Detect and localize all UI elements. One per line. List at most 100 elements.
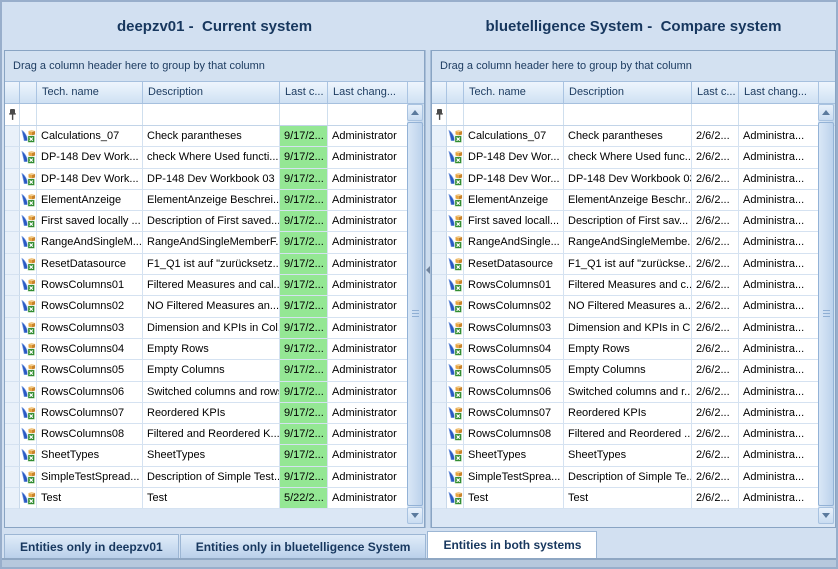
cell-description[interactable]: Filtered Measures and c... — [564, 275, 692, 296]
filter-pin-cell[interactable] — [5, 104, 20, 125]
cell-tech-name[interactable]: RowsColumns05 — [464, 360, 564, 381]
scroll-down-button[interactable] — [818, 507, 834, 524]
cell-tech-name[interactable]: RowsColumns01 — [37, 275, 143, 296]
cell-tech-name[interactable]: SimpleTestSpread... — [37, 467, 143, 488]
cell-tech-name[interactable]: RowsColumns05 — [37, 360, 143, 381]
cell-description[interactable]: Check parantheses — [564, 126, 692, 147]
cell-description[interactable]: RangeAndSingleMemberF... — [143, 232, 280, 253]
filter-cell[interactable] — [692, 104, 739, 125]
cell-tech-name[interactable]: RowsColumns07 — [464, 403, 564, 424]
cell-last-changed[interactable]: 9/17/2... — [280, 169, 328, 190]
cell-tech-name[interactable]: First saved locally ... — [37, 211, 143, 232]
cell-last-changed[interactable]: 9/17/2... — [280, 339, 328, 360]
tab-entities-only-compare[interactable]: Entities only in bluetelligence System — [180, 534, 427, 558]
cell-last-changed[interactable]: 2/6/2... — [692, 211, 739, 232]
column-header[interactable]: Description — [564, 82, 692, 103]
table-row[interactable]: SimpleTestSprea...Description of Simple … — [432, 467, 835, 488]
cell-description[interactable]: F1_Q1 ist auf "zurücksetz... — [143, 254, 280, 275]
cell-last-changed[interactable]: 9/17/2... — [280, 382, 328, 403]
cell-last-changed[interactable]: 2/6/2... — [692, 296, 739, 317]
cell-last-changed[interactable]: 2/6/2... — [692, 339, 739, 360]
cell-description[interactable]: ElementAnzeige Beschrei... — [143, 190, 280, 211]
filter-cell[interactable] — [143, 104, 280, 125]
table-row[interactable]: RowsColumns01Filtered Measures and cal..… — [5, 275, 424, 296]
column-header[interactable]: Description — [143, 82, 280, 103]
cell-tech-name[interactable]: DP-148 Dev Wor... — [464, 147, 564, 168]
cell-tech-name[interactable]: DP-148 Dev Work... — [37, 147, 143, 168]
table-row[interactable]: Calculations_07Check parantheses9/17/2..… — [5, 126, 424, 147]
cell-last-changed[interactable]: 2/6/2... — [692, 382, 739, 403]
cell-tech-name[interactable]: Test — [464, 488, 564, 509]
cell-tech-name[interactable]: First saved locall... — [464, 211, 564, 232]
table-row[interactable]: RowsColumns03Dimension and KPIs in Col..… — [5, 318, 424, 339]
table-row[interactable]: Calculations_07Check parantheses2/6/2...… — [432, 126, 835, 147]
cell-last-changed[interactable]: 2/6/2... — [692, 424, 739, 445]
column-header[interactable]: Tech. name — [464, 82, 564, 103]
cell-last-changed[interactable]: 2/6/2... — [692, 232, 739, 253]
cell-description[interactable]: Filtered Measures and cal... — [143, 275, 280, 296]
cell-last-changed[interactable]: 9/17/2... — [280, 190, 328, 211]
table-row[interactable]: ResetDatasourceF1_Q1 ist auf "zurückse..… — [432, 254, 835, 275]
cell-last-changed[interactable]: 2/6/2... — [692, 126, 739, 147]
cell-last-changed[interactable]: 9/17/2... — [280, 424, 328, 445]
cell-tech-name[interactable]: Calculations_07 — [37, 126, 143, 147]
table-row[interactable]: RowsColumns05Empty Columns9/17/2...Admin… — [5, 360, 424, 381]
cell-tech-name[interactable]: RowsColumns03 — [37, 318, 143, 339]
cell-description[interactable]: NO Filtered Measures an... — [143, 296, 280, 317]
cell-tech-name[interactable]: SheetTypes — [464, 445, 564, 466]
cell-last-changed[interactable]: 9/17/2... — [280, 126, 328, 147]
cell-description[interactable]: Switched columns and rows — [143, 382, 280, 403]
cell-last-changed[interactable]: 9/17/2... — [280, 296, 328, 317]
cell-description[interactable]: Check parantheses — [143, 126, 280, 147]
column-header[interactable]: Last chang... — [739, 82, 819, 103]
cell-tech-name[interactable]: Calculations_07 — [464, 126, 564, 147]
cell-tech-name[interactable]: ResetDatasource — [464, 254, 564, 275]
cell-description[interactable]: Description of First saved... — [143, 211, 280, 232]
table-row[interactable]: RowsColumns04Empty Rows9/17/2...Administ… — [5, 339, 424, 360]
table-row[interactable]: RowsColumns02NO Filtered Measures a...2/… — [432, 296, 835, 317]
cell-description[interactable]: Description of First sav... — [564, 211, 692, 232]
cell-last-changed[interactable]: 2/6/2... — [692, 467, 739, 488]
cell-description[interactable]: Reordered KPIs — [143, 403, 280, 424]
cell-tech-name[interactable]: RowsColumns04 — [464, 339, 564, 360]
cell-last-changed[interactable]: 9/17/2... — [280, 254, 328, 275]
table-row[interactable]: RowsColumns06Switched columns and rows9/… — [5, 382, 424, 403]
cell-description[interactable]: F1_Q1 ist auf "zurückse... — [564, 254, 692, 275]
cell-tech-name[interactable]: RowsColumns06 — [37, 382, 143, 403]
filter-cell[interactable] — [20, 104, 37, 125]
cell-tech-name[interactable]: SimpleTestSprea... — [464, 467, 564, 488]
cell-description[interactable]: Filtered and Reordered ... — [564, 424, 692, 445]
cell-description[interactable]: Empty Rows — [564, 339, 692, 360]
cell-last-changed[interactable]: 9/17/2... — [280, 467, 328, 488]
cell-description[interactable]: Switched columns and r... — [564, 382, 692, 403]
cell-tech-name[interactable]: Test — [37, 488, 143, 509]
table-row[interactable]: RowsColumns05Empty Columns2/6/2...Admini… — [432, 360, 835, 381]
cell-tech-name[interactable]: RangeAndSingle... — [464, 232, 564, 253]
cell-last-changed[interactable]: 2/6/2... — [692, 445, 739, 466]
column-header[interactable]: Tech. name — [37, 82, 143, 103]
cell-tech-name[interactable]: RangeAndSingleM... — [37, 232, 143, 253]
cell-last-changed[interactable]: 2/6/2... — [692, 169, 739, 190]
cell-last-changed[interactable]: 2/6/2... — [692, 360, 739, 381]
cell-tech-name[interactable]: RowsColumns02 — [464, 296, 564, 317]
table-row[interactable]: DP-148 Dev Wor...DP-148 Dev Workbook 032… — [432, 169, 835, 190]
cell-tech-name[interactable]: SheetTypes — [37, 445, 143, 466]
tab-entities-both-systems[interactable]: Entities in both systems — [427, 531, 597, 558]
table-row[interactable]: SheetTypesSheetTypes2/6/2...Administra..… — [432, 445, 835, 466]
cell-last-changed[interactable]: 9/17/2... — [280, 211, 328, 232]
cell-description[interactable]: SheetTypes — [564, 445, 692, 466]
cell-description[interactable]: Description of Simple Te... — [564, 467, 692, 488]
filter-cell[interactable] — [280, 104, 328, 125]
table-row[interactable]: SimpleTestSpread...Description of Simple… — [5, 467, 424, 488]
cell-last-changed[interactable]: 9/17/2... — [280, 275, 328, 296]
vertical-scrollbar[interactable] — [407, 104, 423, 524]
cell-tech-name[interactable]: DP-148 Dev Wor... — [464, 169, 564, 190]
table-row[interactable]: RowsColumns02NO Filtered Measures an...9… — [5, 296, 424, 317]
cell-last-changed[interactable]: 2/6/2... — [692, 190, 739, 211]
cell-last-changed[interactable]: 2/6/2... — [692, 403, 739, 424]
table-row[interactable]: First saved locally ...Description of Fi… — [5, 211, 424, 232]
cell-description[interactable]: Dimension and KPIs in Col... — [143, 318, 280, 339]
cell-description[interactable]: Reordered KPIs — [564, 403, 692, 424]
filter-cell[interactable] — [37, 104, 143, 125]
cell-last-changed[interactable]: 2/6/2... — [692, 147, 739, 168]
